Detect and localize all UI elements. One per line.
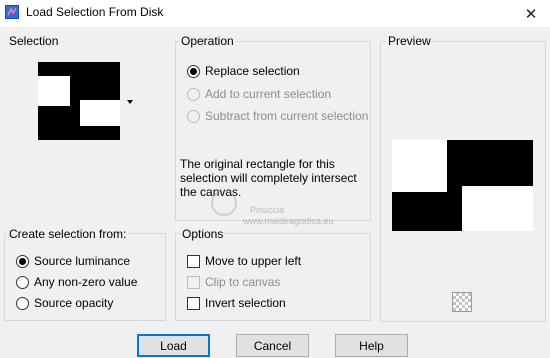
options-group-label: Options [180,227,226,241]
replace-selection-label: Replace selection [205,64,300,78]
move-to-upper-left-label: Move to upper left [205,254,302,268]
radio-icon [187,87,200,101]
thumbnail-dropdown-icon[interactable] [127,100,133,104]
radio-checked-icon [16,254,29,268]
radio-checked-icon [187,64,200,78]
title-bar: Load Selection From Disk ✕ [0,0,550,27]
subtract-from-selection-label: Subtract from current selection [205,109,369,123]
source-opacity-radio[interactable]: Source opacity [16,296,113,310]
watermark-line2: www.maldiragrafica.eu [243,216,334,226]
cancel-button[interactable]: Cancel [236,334,309,357]
add-to-selection-label: Add to current selection [205,87,332,101]
clip-to-canvas-label: Clip to canvas [205,275,281,289]
transparency-checker-icon[interactable] [452,292,472,312]
radio-icon [187,109,200,123]
subtract-from-selection-radio[interactable]: Subtract from current selection [187,109,368,123]
selection-group-label: Selection [7,34,61,48]
invert-selection-label: Invert selection [205,296,286,310]
preview-image [392,140,533,231]
radio-icon [16,275,29,289]
help-button[interactable]: Help [335,334,408,357]
any-non-zero-radio[interactable]: Any non-zero value [16,275,137,289]
checkbox-icon [187,254,200,268]
checkbox-icon [187,275,200,289]
window-title: Load Selection From Disk [26,5,164,19]
any-non-zero-label: Any non-zero value [34,275,138,289]
clip-to-canvas-checkbox[interactable]: Clip to canvas [187,275,280,289]
watermark-line1: Pinuccia [250,205,285,215]
app-icon [5,5,19,19]
description-line: the canvas. [180,185,242,199]
checkbox-icon [187,296,200,310]
radio-icon [16,296,29,310]
source-luminance-label: Source luminance [34,254,131,268]
selection-thumbnail[interactable] [38,62,120,140]
preview-group-label: Preview [386,34,433,48]
close-button[interactable]: ✕ [512,0,550,27]
replace-selection-radio[interactable]: Replace selection [187,64,300,78]
move-to-upper-left-checkbox[interactable]: Move to upper left [187,254,301,268]
source-opacity-label: Source opacity [34,296,114,310]
operation-group-label: Operation [179,34,236,48]
watermark-logo [211,190,237,216]
invert-selection-checkbox[interactable]: Invert selection [187,296,286,310]
source-luminance-radio[interactable]: Source luminance [16,254,130,268]
operation-description: The original rectangle for this selectio… [180,157,357,199]
add-to-selection-radio[interactable]: Add to current selection [187,87,331,101]
create-from-group-label: Create selection from: [7,227,129,241]
load-button[interactable]: Load [137,334,210,357]
description-line: selection will completely intersect [180,171,357,185]
description-line: The original rectangle for this [180,157,335,171]
close-icon: ✕ [524,5,538,23]
